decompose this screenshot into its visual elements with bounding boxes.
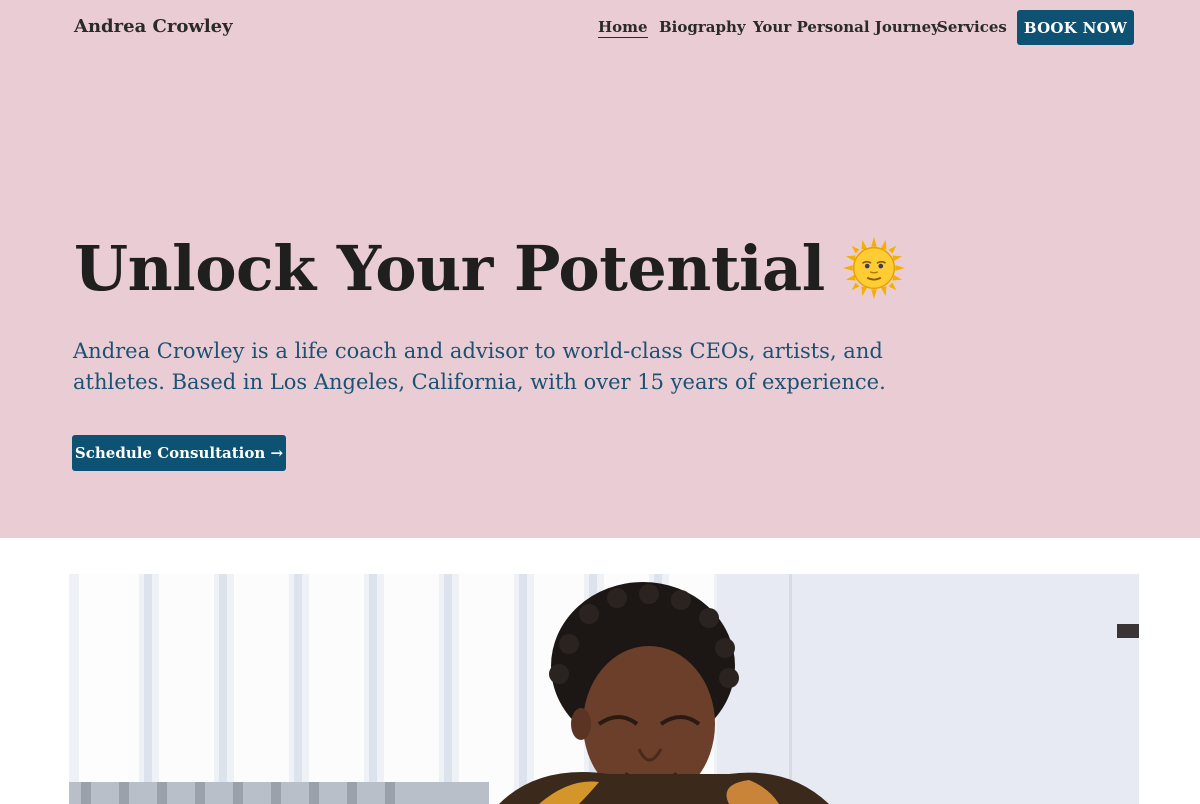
nav-personal-journey[interactable]: Your Personal Journey [753, 18, 940, 38]
site-header: Andrea Crowley Home Biography Your Perso… [0, 0, 1200, 56]
nav-home[interactable]: Home [598, 18, 648, 38]
site-title[interactable]: Andrea Crowley [74, 16, 233, 37]
hero-section: Andrea Crowley Home Biography Your Perso… [0, 0, 1200, 538]
hero-description: Andrea Crowley is a life coach and advis… [73, 339, 886, 394]
sun-with-face-icon [842, 237, 905, 299]
nav-biography[interactable]: Biography [659, 18, 746, 38]
hero-photo [69, 574, 1139, 804]
schedule-consultation-button[interactable]: Schedule Consultation → [72, 435, 286, 471]
book-now-button[interactable]: BOOK NOW [1017, 10, 1134, 45]
nav-services[interactable]: Services [937, 18, 1007, 38]
headline-row: Unlock Your Potential [74, 228, 905, 308]
hero-headline: Unlock Your Potential [74, 231, 825, 305]
coach-portrait-image [69, 574, 1139, 804]
